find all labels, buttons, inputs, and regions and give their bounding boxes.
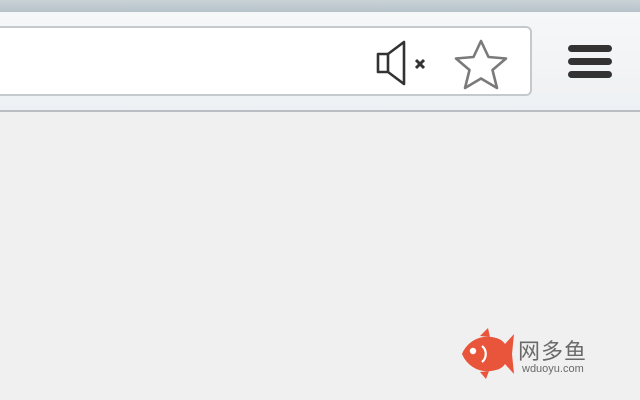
speaker-muted-icon — [376, 40, 426, 86]
bookmark-star-button[interactable] — [448, 38, 514, 92]
address-bar[interactable] — [0, 26, 532, 96]
browser-window: 网多鱼 wduoyu.com — [0, 0, 640, 400]
star-outline-icon — [454, 39, 508, 90]
mute-button[interactable] — [372, 40, 436, 86]
menu-button[interactable] — [562, 40, 618, 88]
watermark: 网多鱼 wduoyu.com — [458, 326, 618, 382]
address-input[interactable] — [8, 40, 362, 84]
hamburger-menu-icon — [568, 45, 612, 78]
watermark-title: 网多鱼 — [518, 340, 588, 365]
watermark-url: wduoyu.com — [522, 363, 584, 375]
window-top-strip — [0, 0, 640, 12]
fish-logo-icon — [462, 328, 514, 379]
browser-toolbar — [0, 12, 640, 112]
